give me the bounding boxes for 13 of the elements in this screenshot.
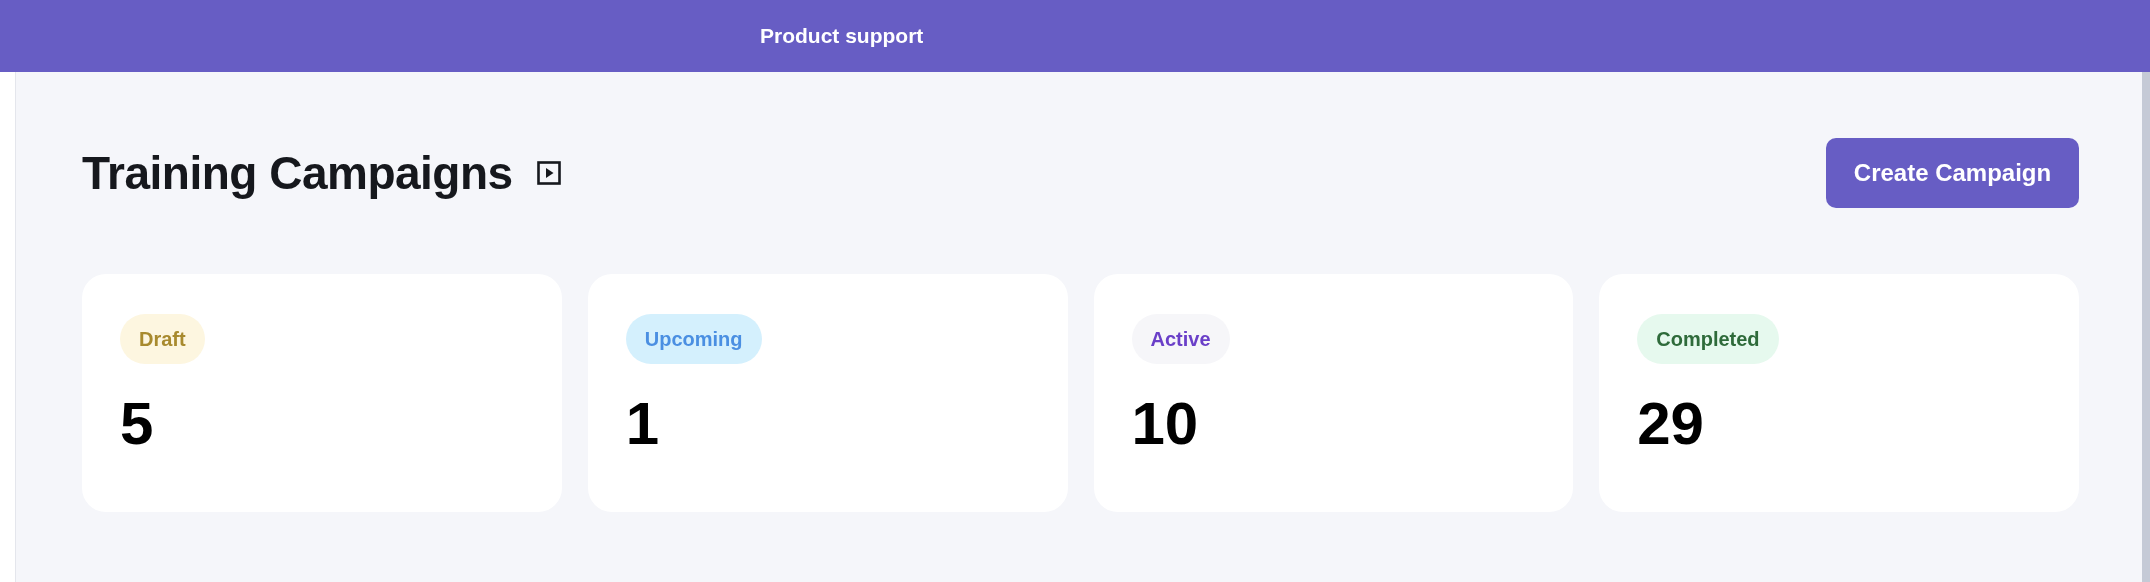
campaign-count: 5 [120,394,154,454]
product-support-link[interactable]: Product support [760,24,924,48]
page-title: Training Campaigns [82,146,513,200]
status-tag: Upcoming [625,314,762,364]
create-campaign-button[interactable]: Create Campaign [1826,138,2079,208]
status-tag: Active [1131,314,1230,364]
campaign-count: 29 [1637,394,1704,454]
scrollbar[interactable] [2142,72,2150,582]
status-tag: Draft [120,314,205,364]
campaign-count: 1 [625,394,660,454]
campaign-count: 10 [1131,394,1199,454]
play-video-icon[interactable] [536,161,561,185]
status-tag: Completed [1637,314,1779,364]
